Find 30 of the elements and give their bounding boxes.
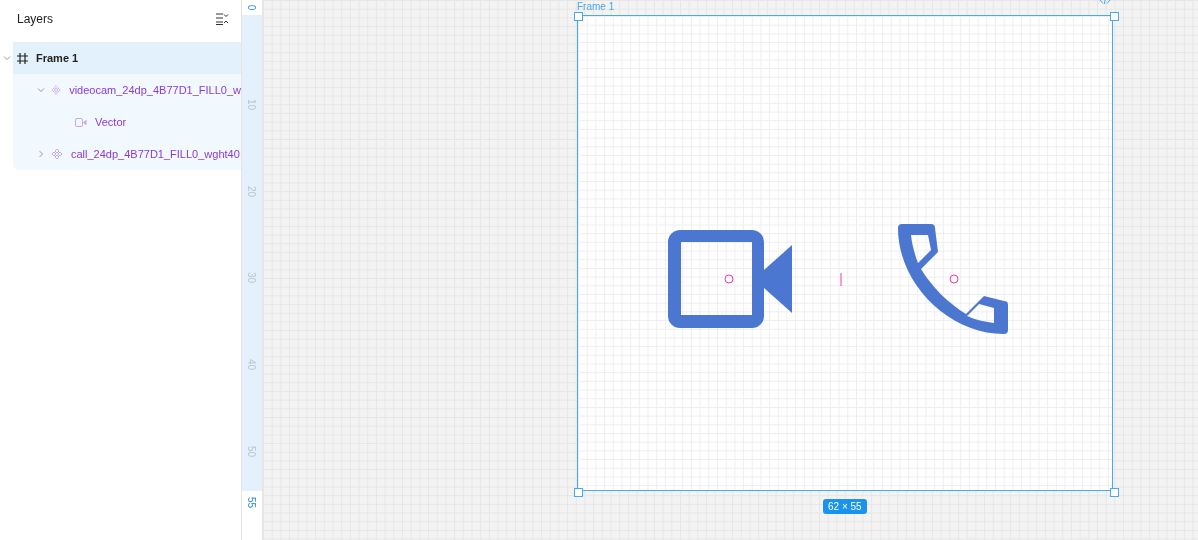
phone-icon[interactable] bbox=[898, 224, 1009, 334]
resize-handle[interactable] bbox=[1110, 488, 1119, 497]
frame-canvas[interactable] bbox=[577, 15, 1113, 491]
layer-row[interactable]: videocam_24dp_4B77D1_FILL0_w bbox=[13, 74, 241, 106]
frame-label: Frame 1 bbox=[577, 1, 615, 12]
resize-handle[interactable] bbox=[574, 12, 583, 21]
ruler-label: 0 bbox=[246, 4, 258, 11]
ruler-label: 55 bbox=[246, 496, 258, 509]
component-icon bbox=[51, 84, 62, 96]
panel-title: Layers bbox=[17, 12, 54, 26]
video-camera-icon[interactable] bbox=[668, 230, 792, 328]
layer-name: Vector bbox=[95, 116, 127, 128]
collapse-layers-icon[interactable] bbox=[216, 13, 229, 25]
component-icon bbox=[51, 148, 63, 160]
chevron-icon[interactable] bbox=[37, 150, 45, 158]
layer-name: call_24dp_4B77D1_FILL0_wght40 bbox=[71, 148, 240, 160]
chevron-icon[interactable] bbox=[37, 86, 45, 94]
resize-handle[interactable] bbox=[1110, 12, 1119, 21]
layer-name: Frame 1 bbox=[36, 52, 79, 64]
layer-row[interactable]: call_24dp_4B77D1_FILL0_wght40 bbox=[13, 138, 241, 170]
chevron-icon[interactable] bbox=[3, 54, 11, 62]
layer-row[interactable]: Vector bbox=[13, 106, 241, 138]
layer-name: videocam_24dp_4B77D1_FILL0_w bbox=[69, 84, 241, 96]
center-marker-icon bbox=[949, 274, 959, 284]
frame-hash-icon bbox=[17, 52, 28, 64]
spacing-marker-icon bbox=[840, 273, 842, 286]
size-badge: 62 × 55 bbox=[823, 499, 867, 514]
resize-handle[interactable] bbox=[574, 488, 583, 497]
center-marker-icon bbox=[724, 274, 734, 284]
video-camera-icon bbox=[75, 117, 87, 127]
